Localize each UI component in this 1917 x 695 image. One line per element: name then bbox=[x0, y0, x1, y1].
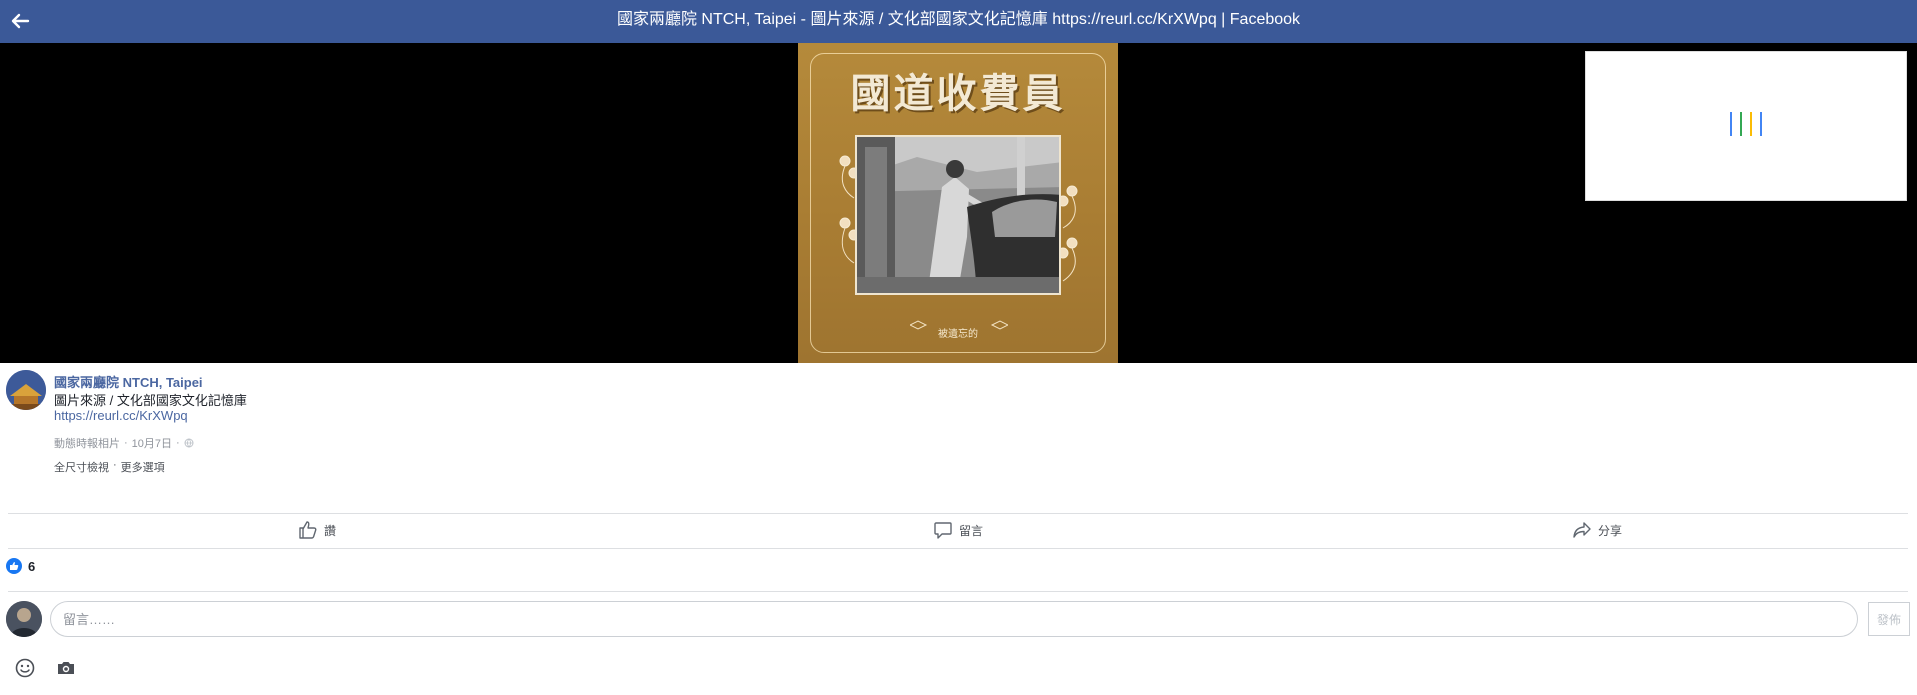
ornament-right-icon bbox=[990, 320, 1008, 330]
loader-bar bbox=[1740, 112, 1742, 136]
meta-separator: · bbox=[124, 437, 128, 449]
action-bar: 讚 留言 分享 bbox=[0, 513, 1917, 547]
comment-input[interactable] bbox=[61, 610, 1857, 628]
share-arrow-icon bbox=[1573, 522, 1591, 538]
comment-bubble-icon bbox=[934, 522, 952, 539]
poster-photo bbox=[855, 135, 1061, 295]
user-avatar[interactable] bbox=[6, 601, 42, 637]
emoji-icon[interactable] bbox=[14, 657, 36, 679]
post-meta: 動態時報相片 · 10月7日 · bbox=[54, 435, 194, 451]
comment-button[interactable]: 留言 bbox=[933, 520, 983, 540]
loading-panel bbox=[1585, 51, 1907, 201]
share-button[interactable]: 分享 bbox=[1572, 520, 1622, 540]
globe-icon bbox=[184, 438, 194, 448]
post-date-link[interactable]: 10月7日 bbox=[132, 435, 172, 451]
loading-spinner bbox=[1730, 112, 1770, 141]
loader-bar bbox=[1730, 112, 1732, 136]
page-name-link[interactable]: 國家兩廳院 NTCH, Taipei bbox=[54, 372, 203, 391]
full-size-link[interactable]: 全尺寸檢視 bbox=[54, 459, 109, 475]
photo-options: 全尺寸檢視 · 更多選項 bbox=[54, 459, 165, 475]
divider bbox=[8, 548, 1908, 549]
loader-bar bbox=[1750, 112, 1752, 136]
loader-bar bbox=[1760, 112, 1762, 136]
poster-subtitle: 被遺忘的 bbox=[938, 329, 978, 340]
divider bbox=[8, 591, 1908, 592]
options-separator: · bbox=[113, 459, 117, 471]
comment-label: 留言 bbox=[959, 523, 984, 538]
reaction-count: 6 bbox=[28, 558, 36, 574]
page-avatar[interactable] bbox=[6, 370, 46, 410]
window-title: 國家兩廳院 NTCH, Taipei - 圖片來源 / 文化部國家文化記憶庫 h… bbox=[616, 11, 1301, 28]
top-bar: 國家兩廳院 NTCH, Taipei - 圖片來源 / 文化部國家文化記憶庫 h… bbox=[0, 0, 1917, 43]
meta-separator: · bbox=[176, 437, 180, 449]
comment-box[interactable] bbox=[50, 601, 1858, 637]
post-comment-button[interactable]: 發佈 bbox=[1868, 602, 1910, 636]
more-options-link[interactable]: 更多選項 bbox=[121, 459, 165, 475]
like-button[interactable]: 讚 bbox=[298, 520, 336, 540]
share-label: 分享 bbox=[1598, 523, 1623, 538]
thumbs-up-icon bbox=[299, 521, 317, 539]
album-link[interactable]: 動態時報相片 bbox=[54, 435, 120, 451]
like-icon bbox=[6, 558, 22, 574]
poster-image[interactable]: 國道收費員 被遺忘的 bbox=[798, 43, 1118, 363]
like-label: 讚 bbox=[324, 523, 337, 538]
photo-viewer: 國道收費員 被遺忘的 bbox=[0, 43, 1917, 363]
camera-icon[interactable] bbox=[55, 657, 77, 679]
post-url-link[interactable]: https://reurl.cc/KrXWpq bbox=[54, 408, 188, 423]
reaction-summary[interactable]: 6 bbox=[6, 558, 35, 574]
post-caption: 圖片來源 / 文化部國家文化記憶庫 bbox=[54, 393, 247, 408]
